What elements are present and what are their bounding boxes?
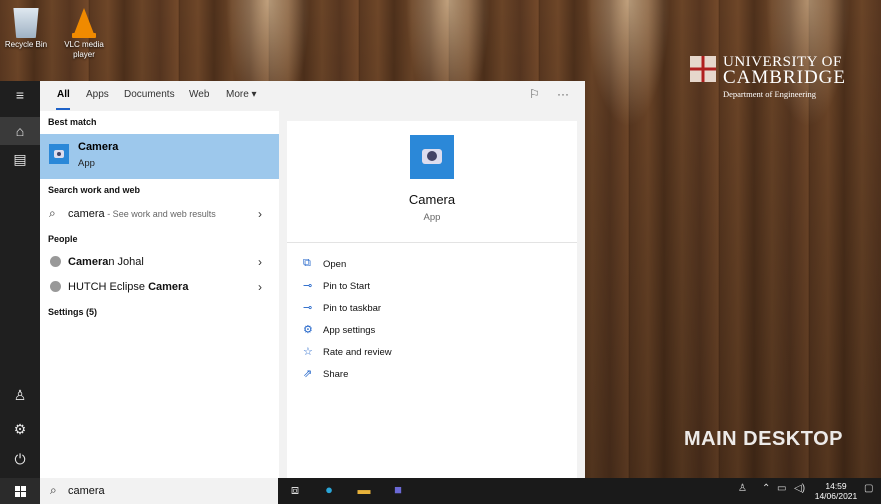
best-match-item[interactable]: Camera App — [40, 134, 279, 179]
camera-app-icon — [410, 135, 454, 179]
action-label: Share — [323, 369, 349, 380]
logo-line2: CAMBRIDGE — [723, 67, 847, 88]
person-icon[interactable]: ♙ — [0, 381, 40, 409]
action-share[interactable]: ⇗ Share — [303, 367, 563, 385]
start-button[interactable] — [0, 478, 40, 504]
vlc-label: VLC media player — [64, 40, 104, 59]
people-tray-icon[interactable]: ♙ — [738, 483, 747, 494]
search-icon: ⌕ — [50, 483, 57, 497]
action-label: Open — [323, 259, 347, 270]
hamburger-icon[interactable]: ≡ — [0, 81, 40, 109]
tab-web[interactable]: Web — [189, 89, 209, 100]
web-result[interactable]: ⌕ camera - See work and web results › — [40, 203, 279, 227]
vlc-cone-icon — [70, 8, 98, 38]
person-result[interactable]: Cameran Johal › — [40, 251, 279, 275]
taskbar: ⌕ camera ⧈ ● ▬ ■ ♙ ⌃ ▭ ◁) 14:59 14/06/20… — [0, 478, 881, 504]
detail-subtitle: App — [423, 212, 441, 223]
web-query: camera — [68, 208, 105, 220]
action-app-settings[interactable]: ⚙ App settings — [303, 323, 563, 341]
task-view-icon[interactable]: ⧈ — [286, 482, 304, 500]
recycle-bin-icon — [13, 8, 39, 38]
divider — [287, 242, 577, 243]
pin-icon: ⊸ — [303, 302, 313, 314]
person-name-rest: n Johal — [108, 256, 144, 268]
desktop-watermark: MAIN DESKTOP — [684, 428, 843, 450]
search-icon: ⌕ — [49, 206, 56, 220]
person-name-bold: Camera — [148, 281, 189, 293]
search-input[interactable]: camera — [68, 485, 105, 497]
web-hint: - See work and web results — [104, 209, 216, 219]
camera-app-icon — [49, 144, 69, 164]
person-name-bold: Camera — [68, 256, 109, 268]
clock[interactable]: 14:59 14/06/2021 — [813, 481, 859, 501]
web-header: Search work and web — [48, 185, 141, 195]
person-result[interactable]: HUTCH Eclipse Camera › — [40, 276, 279, 300]
taskbar-search-box[interactable]: ⌕ camera — [40, 478, 278, 504]
chevron-up-icon[interactable]: ⌃ — [762, 483, 770, 494]
search-tabs: All Apps Documents Web More ▾ ⚐ ··· — [40, 81, 585, 111]
search-panel: All Apps Documents Web More ▾ ⚐ ··· Best… — [40, 81, 585, 478]
action-pin-start[interactable]: ⊸ Pin to Start — [303, 279, 563, 297]
power-icon[interactable]: ⏻ — [0, 445, 40, 473]
recycle-bin-label: Recycle Bin — [4, 40, 48, 49]
star-list-icon: ☆ — [303, 346, 313, 358]
ellipsis-icon[interactable]: ··· — [557, 87, 569, 101]
clock-date: 14/06/2021 — [814, 491, 858, 501]
gear-icon: ⚙ — [303, 324, 313, 336]
action-label: Pin to Start — [323, 281, 370, 292]
active-tab-indicator — [56, 108, 70, 110]
action-rate-review[interactable]: ☆ Rate and review — [303, 345, 563, 363]
action-label: App settings — [323, 325, 376, 336]
notification-icon[interactable]: ▢ — [864, 483, 873, 494]
chevron-right-icon: › — [258, 255, 262, 269]
people-header: People — [48, 234, 78, 244]
edge-browser-icon[interactable]: ● — [320, 482, 338, 500]
clock-time: 14:59 — [825, 481, 847, 491]
contact-avatar-icon — [50, 256, 61, 267]
action-open[interactable]: ⧉ Open — [303, 257, 563, 275]
notebook-icon[interactable]: ▤ — [0, 145, 40, 173]
action-label: Rate and review — [323, 347, 392, 358]
vlc-shortcut[interactable]: VLC media player — [62, 8, 106, 60]
best-match-subtitle: App — [78, 158, 95, 169]
pin-icon: ⊸ — [303, 280, 313, 292]
action-label: Pin to taskbar — [323, 303, 382, 314]
tab-documents[interactable]: Documents — [124, 89, 175, 100]
best-match-header: Best match — [48, 117, 97, 127]
tab-all[interactable]: All — [57, 89, 70, 100]
teams-icon[interactable]: ■ — [389, 482, 407, 500]
action-pin-taskbar[interactable]: ⊸ Pin to taskbar — [303, 301, 563, 319]
detail-title: Camera — [408, 192, 456, 207]
cambridge-shield-icon — [690, 56, 716, 82]
detail-pane: Camera App ⧉ Open ⊸ Pin to Start ⊸ Pin t… — [287, 121, 577, 478]
gear-icon[interactable]: ⚙ — [0, 415, 40, 443]
home-icon[interactable]: ⌂ — [0, 117, 40, 145]
open-icon: ⧉ — [303, 257, 311, 269]
contact-avatar-icon — [50, 281, 61, 292]
volume-icon[interactable]: ◁) — [794, 483, 805, 494]
windows-logo-icon — [15, 486, 26, 497]
person-name-pre: HUTCH Eclipse — [68, 281, 149, 293]
tab-apps[interactable]: Apps — [86, 89, 109, 100]
chevron-right-icon: › — [258, 280, 262, 294]
recycle-bin-shortcut[interactable]: Recycle Bin — [4, 8, 48, 50]
share-icon: ⇗ — [303, 368, 313, 380]
feedback-icon[interactable]: ⚐ — [529, 87, 540, 101]
logo-line3: Department of Engineering — [723, 89, 816, 99]
tab-more[interactable]: More ▾ — [226, 89, 257, 100]
settings-header[interactable]: Settings (5) — [48, 307, 97, 317]
chevron-right-icon: › — [258, 207, 262, 221]
best-match-title: Camera — [78, 141, 119, 153]
results-list: Best match Camera App Search work and we… — [40, 111, 279, 478]
network-icon[interactable]: ▭ — [777, 483, 786, 494]
start-rail: ≡ ⌂ ▤ ♙ ⚙ ⏻ — [0, 81, 40, 478]
file-explorer-icon[interactable]: ▬ — [355, 482, 373, 500]
